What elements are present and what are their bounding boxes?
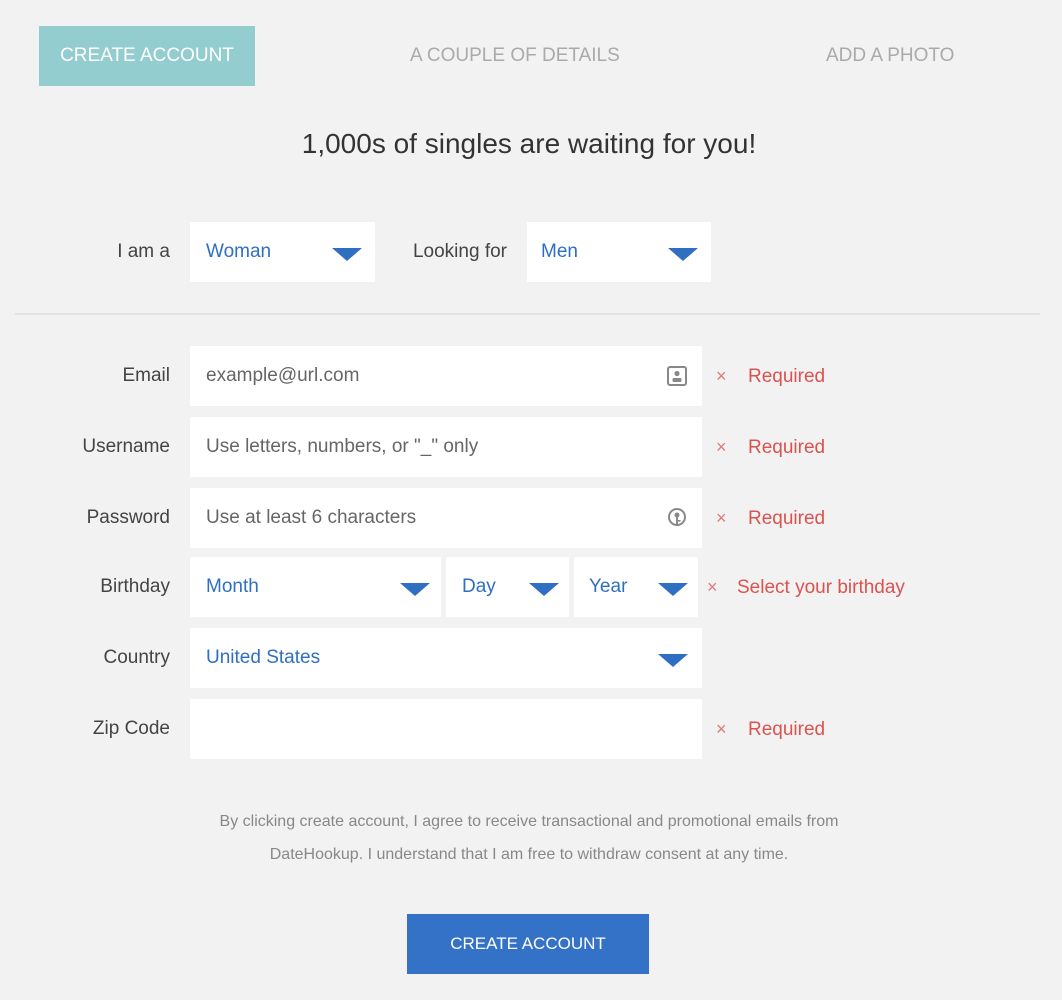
password-field[interactable]: Use at least 6 characters [190,488,702,548]
email-placeholder: example@url.com [206,365,360,386]
step-add-a-photo[interactable]: ADD A PHOTO [826,26,954,86]
step-couple-of-details[interactable]: A COUPLE OF DETAILS [410,26,620,86]
country-label: Country [103,647,170,668]
i-am-a-label: I am a [117,241,170,262]
birthday-error-text: Select your birthday [737,577,905,598]
key-icon[interactable] [666,507,688,529]
email-label: Email [122,365,170,386]
error-x-icon: × [716,508,727,528]
zip-code-error: × Required [716,699,825,759]
error-x-icon: × [716,366,727,386]
birthday-label: Birthday [100,576,170,597]
birthday-error: × Select your birthday [707,557,905,617]
username-field[interactable]: Use letters, numbers, or "_" only [190,417,702,477]
gender-select[interactable]: Woman [190,222,375,282]
chevron-down-icon [332,248,362,261]
zip-code-error-text: Required [748,719,826,740]
chevron-down-icon [668,248,698,261]
username-placeholder: Use letters, numbers, or "_" only [206,436,479,457]
error-x-icon: × [707,577,718,597]
birthday-day-select[interactable]: Day [446,557,569,617]
password-error-text: Required [748,508,826,529]
username-error: × Required [716,417,825,477]
page-headline: 1,000s of singles are waiting for you! [301,128,757,159]
birthday-month-select[interactable]: Month [190,557,441,617]
chevron-down-icon [658,654,688,667]
birthday-year-select[interactable]: Year [574,557,698,617]
section-divider [15,313,1040,315]
password-error: × Required [716,488,825,548]
looking-for-label: Looking for [412,241,507,262]
looking-for-select-value: Men [541,241,578,262]
email-error-text: Required [748,366,826,387]
username-label: Username [82,436,170,457]
month-select-value: Month [206,576,259,597]
email-error: × Required [716,346,825,406]
zip-code-field[interactable] [190,699,702,759]
error-x-icon: × [716,437,727,457]
consent-line-2: DateHookup. I understand that I am free … [269,846,789,863]
gender-select-value: Woman [206,241,272,262]
country-select-value: United States [206,647,321,668]
contact-card-icon[interactable] [666,365,688,387]
day-select-value: Day [462,576,496,597]
step-create-account[interactable]: CREATE ACCOUNT [39,26,255,86]
username-error-text: Required [748,437,826,458]
password-placeholder: Use at least 6 characters [206,507,417,528]
password-label: Password [86,507,170,528]
zip-code-label: Zip Code [92,718,170,739]
chevron-down-icon [529,583,559,596]
chevron-down-icon [658,583,688,596]
consent-line-1: By clicking create account, I agree to r… [219,813,839,830]
looking-for-select[interactable]: Men [527,222,711,282]
country-select[interactable]: United States [190,628,702,688]
consent-text: By clicking create account, I agree to r… [0,805,1058,871]
create-account-button[interactable]: CREATE ACCOUNT [407,914,649,974]
email-field[interactable]: example@url.com [190,346,702,406]
error-x-icon: × [716,719,727,739]
year-select-value: Year [589,576,628,597]
chevron-down-icon [400,583,430,596]
